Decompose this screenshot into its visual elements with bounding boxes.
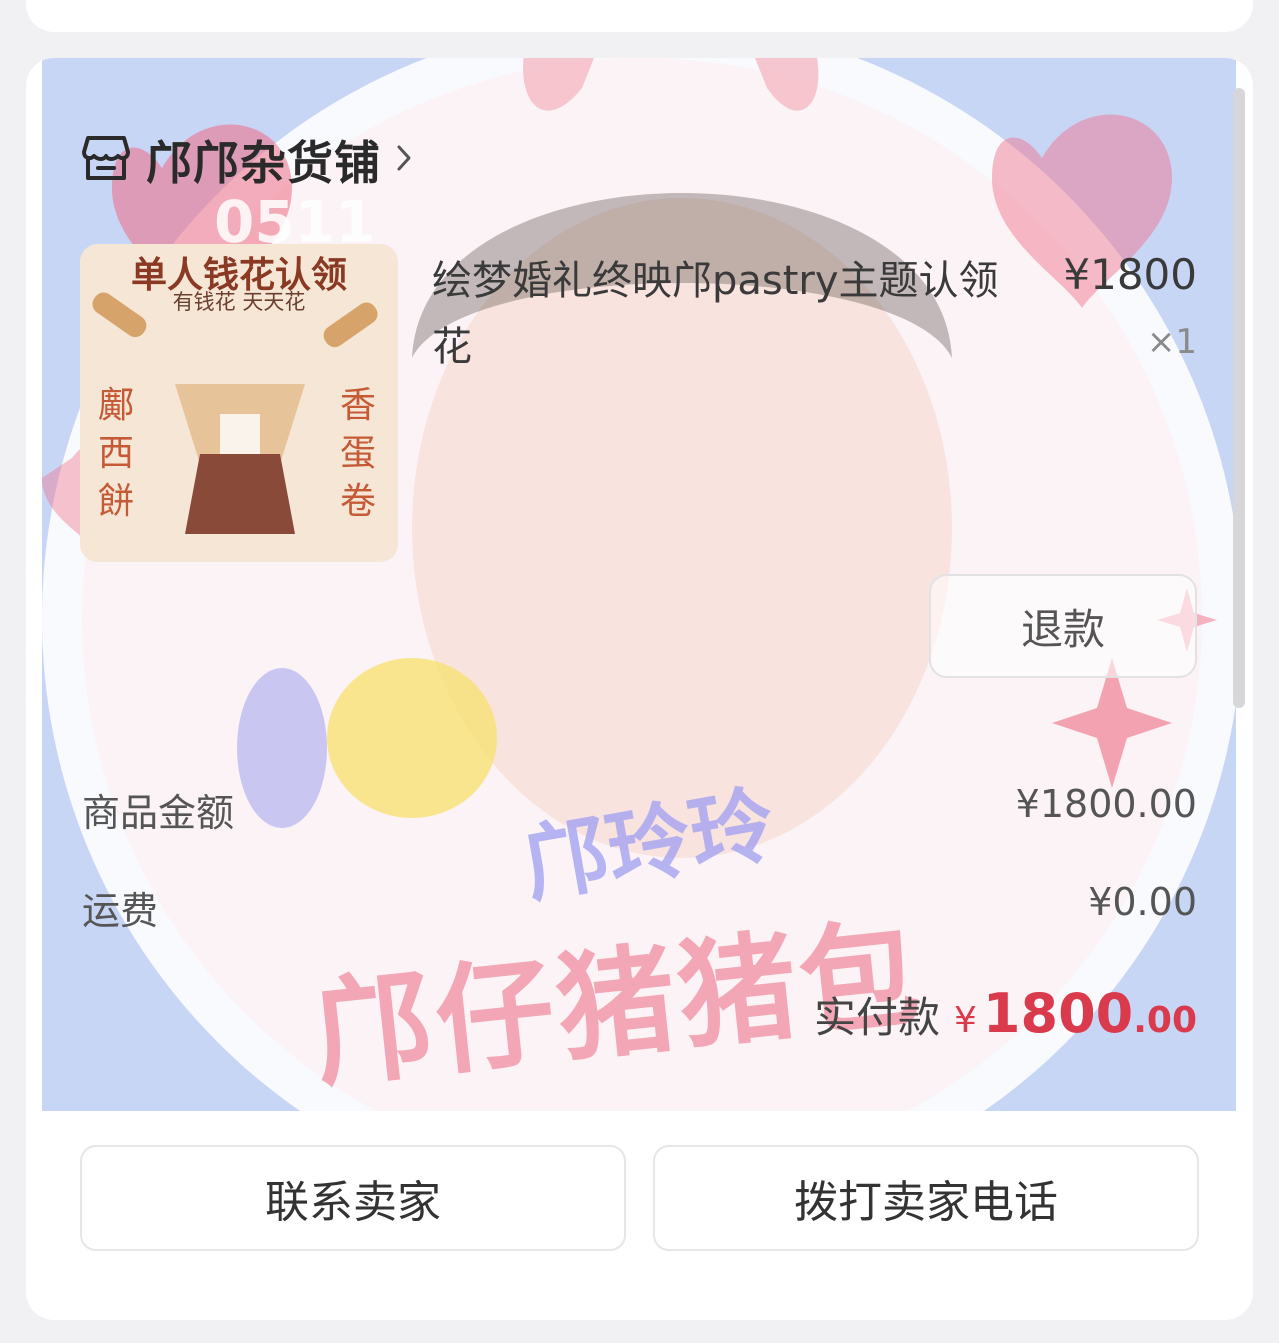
chevron-right-icon [395, 143, 413, 177]
amount-paid-decimal: .00 [1133, 1000, 1197, 1041]
previous-card [26, 0, 1253, 32]
thumb-right-text: 香蛋卷 [340, 385, 377, 522]
amount-paid-integer: 1800 [982, 982, 1134, 1045]
shipping-value: ¥0.00 [1088, 880, 1197, 924]
shop-link[interactable]: 邝邝杂货铺 [80, 128, 413, 192]
goods-amount-value: ¥1800.00 [1015, 782, 1197, 826]
product-price: ¥1800 [1063, 250, 1197, 299]
store-icon [80, 132, 132, 188]
shop-name: 邝邝杂货铺 [146, 136, 381, 190]
goods-amount-row: 商品金额 ¥1800.00 [82, 782, 1197, 838]
product-thumbnail[interactable]: 单人钱花认领 有钱花 天天花 鄺西餅 香蛋卷 [80, 244, 398, 562]
scrollbar[interactable] [1233, 88, 1245, 708]
refund-button[interactable]: 退款 [929, 574, 1197, 678]
product-quantity: ×1 [1146, 322, 1197, 362]
thumb-subline: 有钱花 天天花 [172, 290, 306, 314]
goods-amount-label: 商品金额 [82, 791, 235, 835]
shipping-label: 运费 [82, 889, 159, 933]
thumb-left-text: 鄺西餅 [98, 385, 135, 522]
shipping-row: 运费 ¥0.00 [82, 880, 1197, 936]
call-seller-button[interactable]: 拨打卖家电话 [653, 1145, 1199, 1251]
contact-seller-button[interactable]: 联系卖家 [80, 1145, 626, 1251]
amount-paid-label: 实付款 [814, 993, 941, 1042]
amount-paid-currency: ¥ [954, 1000, 977, 1041]
amount-paid: 实付款 ¥ 1800 .00 [814, 982, 1197, 1045]
product-title[interactable]: 绘梦婚礼终映邝pastry主题认领花 [432, 248, 1022, 380]
